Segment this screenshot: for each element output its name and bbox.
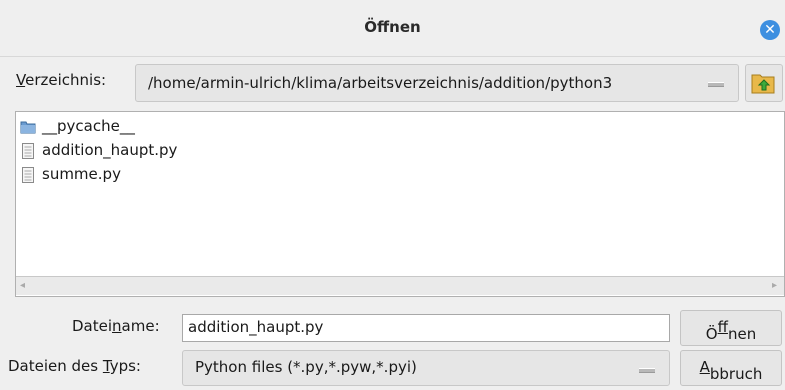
cancel-button[interactable]: Abbruch	[680, 350, 782, 386]
dialog-title: Öffnen	[364, 18, 421, 36]
open-button[interactable]: Öffnen	[680, 310, 782, 346]
directory-path: /home/armin-ulrich/klima/arbeitsverzeich…	[148, 74, 613, 92]
dropdown-icon	[639, 368, 655, 373]
file-icon	[22, 167, 34, 183]
folder-up-icon	[751, 74, 775, 94]
scroll-left-icon[interactable]: ◂	[20, 281, 26, 291]
filename-label: Dateiname:	[72, 317, 160, 335]
file-list[interactable]: __pycache__ addition_haupt.py summe.py ◂…	[15, 111, 785, 297]
filetype-combobox[interactable]: Python files (*.py,*.pyw,*.pyi)	[182, 350, 670, 386]
directory-combobox[interactable]: /home/armin-ulrich/klima/arbeitsverzeich…	[135, 64, 739, 102]
folder-icon	[20, 121, 36, 134]
directory-row: Verzeichnis: /home/armin-ulrich/klima/ar…	[0, 58, 785, 104]
close-button[interactable]: ✕	[760, 20, 780, 40]
horizontal-scrollbar[interactable]: ◂ ▸	[16, 276, 784, 295]
title-bar: Öffnen ✕	[0, 0, 785, 57]
parent-directory-button[interactable]	[745, 64, 783, 102]
file-icon	[22, 143, 34, 159]
dropdown-icon	[708, 82, 724, 87]
filename-input[interactable]: addition_haupt.py	[182, 314, 670, 342]
directory-label: Verzeichnis:	[16, 71, 107, 89]
close-icon: ✕	[764, 22, 776, 38]
filetype-label: Dateien des Typs:	[8, 357, 141, 375]
scroll-right-icon[interactable]: ▸	[772, 281, 778, 291]
